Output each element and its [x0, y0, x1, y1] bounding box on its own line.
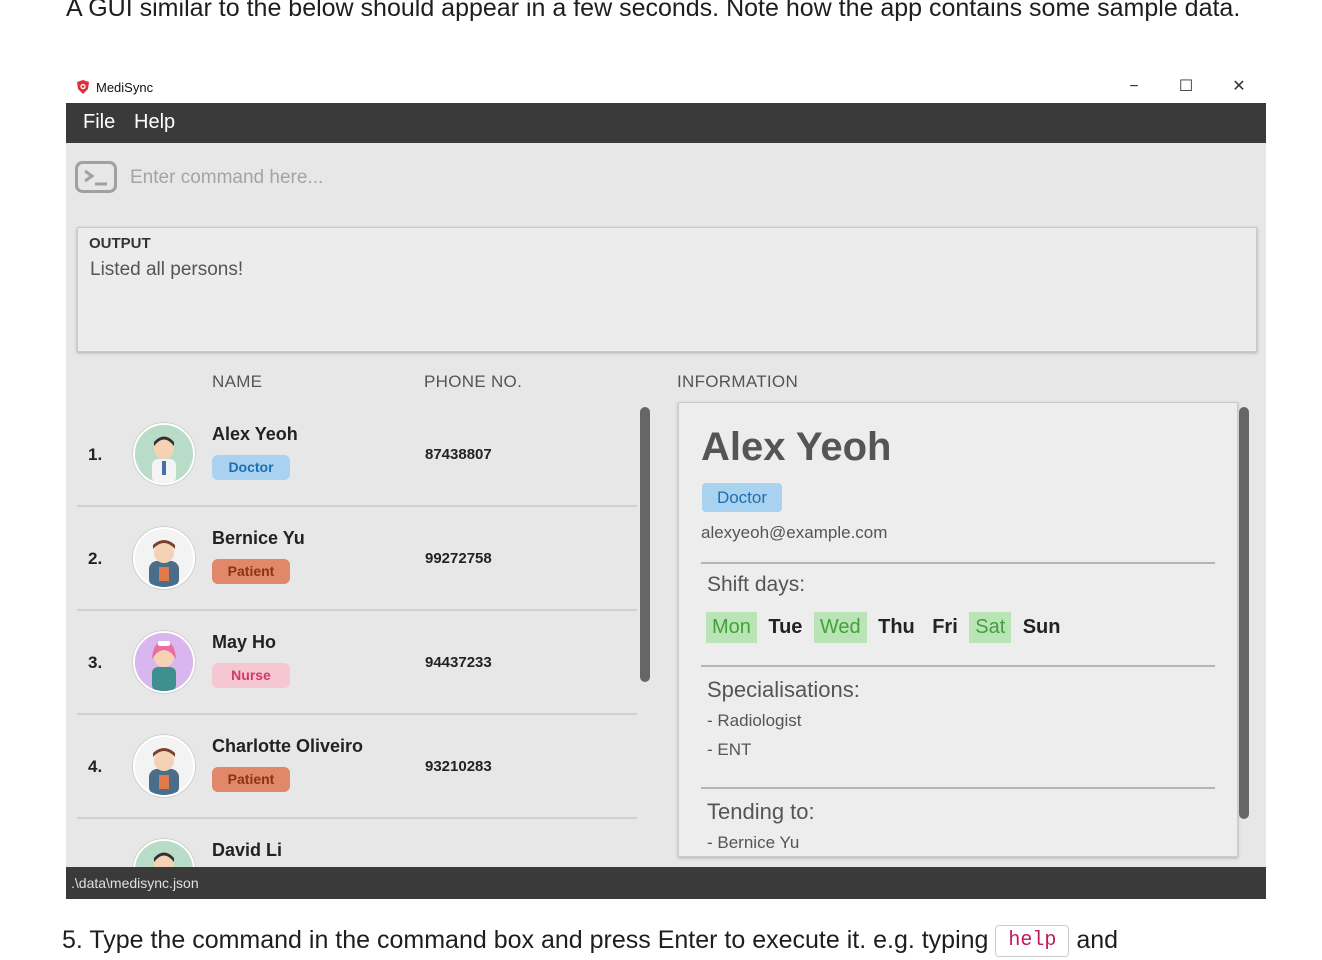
role-tag: Doctor: [212, 455, 290, 480]
shift-days-title: Shift days:: [707, 573, 806, 596]
information-panel: Alex Yeoh Doctor alexyeoh@example.com Sh…: [678, 402, 1238, 857]
divider: [701, 562, 1215, 564]
role-tag: Patient: [212, 559, 290, 584]
person-list-scrollbar[interactable]: [640, 407, 650, 682]
day-tue: Tue: [768, 616, 803, 638]
patient-avatar: [133, 527, 195, 589]
maximize-button[interactable]: ☐: [1174, 76, 1198, 98]
person-list[interactable]: 1. Alex Yeoh Doctor 87438807 2. Bernice …: [77, 402, 637, 867]
minimize-button[interactable]: −: [1122, 76, 1146, 98]
close-button[interactable]: ✕: [1227, 76, 1251, 98]
person-row[interactable]: 4. Charlotte Oliveiro Patient 93210283: [77, 714, 637, 819]
row-index: 4.: [88, 757, 103, 776]
divider: [701, 787, 1215, 789]
role-tag: Patient: [212, 767, 290, 792]
doctor-avatar: [133, 423, 195, 485]
tending-title: Tending to:: [707, 799, 815, 824]
row-index: 1.: [88, 445, 103, 464]
day-fri: Fri: [932, 616, 958, 638]
divider: [701, 665, 1215, 667]
person-name: Bernice Yu: [212, 528, 305, 548]
phone-column-header: PHONE NO.: [424, 372, 523, 391]
doc-intro-text: A GUI similar to the below should appear…: [66, 0, 1241, 22]
person-phone: 99272758: [425, 550, 492, 567]
command-input[interactable]: [128, 161, 1242, 195]
output-message: Listed all persons!: [90, 259, 244, 280]
doc-next-step: 5. Type the command in the command box a…: [62, 920, 1118, 960]
person-name: David Li: [212, 840, 283, 860]
role-tag: Nurse: [212, 663, 290, 688]
specialisation-item: - Radiologist: [707, 711, 802, 730]
patient-avatar: [133, 735, 195, 797]
person-name: Alex Yeoh: [212, 424, 298, 444]
doc-code-snippet: help: [995, 925, 1070, 958]
terminal-icon: [75, 161, 117, 193]
menu-help[interactable]: Help: [134, 111, 175, 134]
shift-days: Mon Tue Wed Thu Fri Sat Sun: [706, 612, 1068, 644]
day-mon: Mon: [706, 612, 757, 643]
command-box: [66, 143, 1266, 215]
output-panel: OUTPUT Listed all persons!: [77, 227, 1257, 352]
person-phone: 87438807: [425, 446, 492, 463]
tending-item: - Bernice Yu: [707, 833, 800, 852]
person-name: Charlotte Oliveiro: [212, 736, 364, 756]
person-name: May Ho: [212, 632, 277, 652]
detail-email: alexyeoh@example.com: [701, 523, 888, 542]
row-index: 3.: [88, 653, 103, 672]
doctor-avatar: [133, 839, 195, 867]
output-label: OUTPUT: [89, 235, 151, 252]
day-wed: Wed: [813, 612, 867, 643]
person-row[interactable]: 2. Bernice Yu Patient 99272758: [77, 506, 637, 611]
person-row[interactable]: 1. Alex Yeoh Doctor 87438807: [77, 402, 637, 507]
specialisation-item: - ENT: [707, 740, 752, 759]
specialisations-title: Specialisations:: [707, 677, 860, 702]
status-bar: .\data\medisync.json: [66, 867, 1266, 899]
data-file-path: .\data\medisync.json: [71, 875, 199, 891]
information-scrollbar[interactable]: [1239, 407, 1249, 819]
nurse-avatar: [133, 631, 195, 693]
detail-role-tag: Doctor: [702, 483, 782, 512]
doc-next-step-suffix: and: [1076, 926, 1119, 954]
window-title: MediSync: [96, 80, 154, 95]
menu-file[interactable]: File: [83, 111, 115, 134]
person-phone: 93210283: [425, 758, 492, 775]
detail-name: Alex Yeoh: [701, 425, 892, 469]
person-phone: 94437233: [425, 654, 492, 671]
day-thu: Thu: [878, 616, 915, 638]
name-column-header: NAME: [212, 372, 263, 391]
row-index: 2.: [88, 549, 103, 568]
shield-icon: [77, 80, 89, 94]
day-sat: Sat: [969, 612, 1012, 643]
app-window: MediSync − ☐ ✕ File Help OUTPUT Listed a…: [66, 72, 1266, 899]
menu-bar: File Help: [66, 103, 1266, 143]
day-sun: Sun: [1022, 616, 1061, 638]
doc-next-step-prefix: 5. Type the command in the command box a…: [62, 926, 989, 954]
person-row[interactable]: David Li: [77, 818, 637, 867]
information-header: INFORMATION: [677, 372, 799, 391]
person-row[interactable]: 3. May Ho Nurse 94437233: [77, 610, 637, 715]
title-bar: MediSync − ☐ ✕: [66, 72, 1266, 103]
